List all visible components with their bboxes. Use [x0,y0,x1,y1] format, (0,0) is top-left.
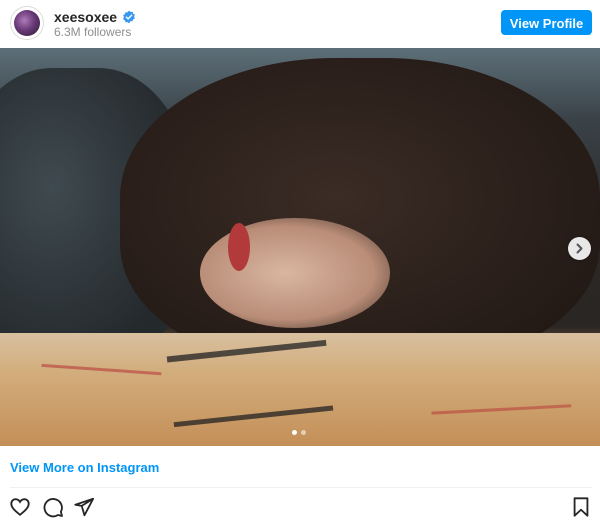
avatar[interactable] [10,6,44,40]
verified-badge-icon [123,10,135,24]
post-photo[interactable] [0,48,600,446]
carousel-dot [301,430,306,435]
username-row: xeesoxee [54,8,136,26]
carousel-indicator [292,430,306,435]
photo-desk-writing [38,363,162,416]
divider [10,487,592,488]
chevron-right-icon [576,243,583,254]
bookmark-icon[interactable] [570,496,592,518]
post-header: xeesoxee 6.3M followers View Profile [0,0,600,48]
username[interactable]: xeesoxee [54,9,117,25]
photo-hair [120,58,600,368]
carousel-dot-active [292,430,297,435]
share-icon[interactable] [73,496,95,518]
photo-desk-writing [428,354,572,415]
view-more-link[interactable]: View More on Instagram [10,460,159,475]
view-profile-button[interactable]: View Profile [501,10,592,35]
heart-icon[interactable] [9,496,31,518]
avatar-image [14,10,40,36]
comment-icon[interactable] [42,496,64,518]
follower-count: 6.3M followers [54,25,132,39]
next-slide-button[interactable] [568,237,591,260]
photo-lips [228,223,250,271]
